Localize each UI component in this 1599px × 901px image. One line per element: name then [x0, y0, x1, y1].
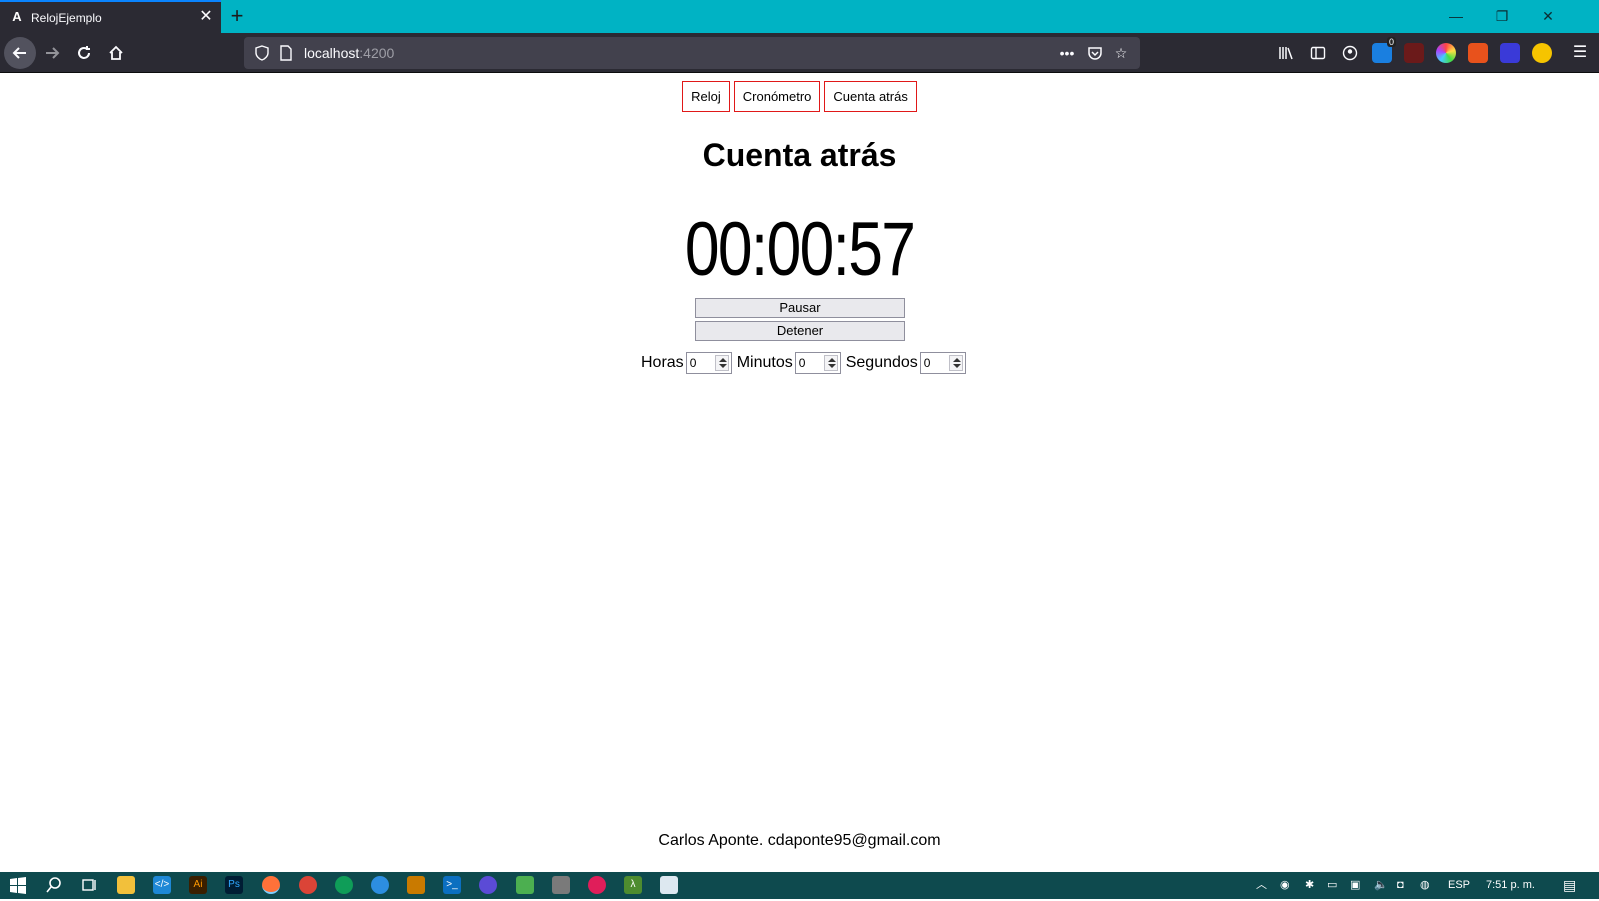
task-view-shape — [82, 879, 96, 891]
search-icon[interactable] — [45, 876, 63, 894]
slack-tray-icon[interactable]: ✱ — [1305, 872, 1314, 899]
seconds-spinner-icon[interactable] — [948, 354, 963, 371]
arrow-right-icon — [46, 47, 60, 59]
extension-bell-icon[interactable]: 0 — [1372, 37, 1396, 63]
restore-window-button[interactable]: ❐ — [1479, 0, 1525, 33]
bookmark-star-icon[interactable]: ☆ — [1110, 43, 1132, 63]
magnifier-shape — [46, 877, 61, 893]
back-button[interactable] — [4, 37, 36, 69]
taskbar-clock[interactable]: 7:51 p. m. — [1486, 872, 1535, 899]
time-inputs: Horas 0 Minutos 0 Segundos 0 — [641, 351, 969, 374]
extension-blue-icon[interactable] — [1500, 43, 1520, 63]
hours-spinner-icon[interactable] — [714, 354, 729, 371]
url-text[interactable]: localhost:4200 — [304, 45, 394, 61]
notifications-icon[interactable]: ▤ — [1563, 872, 1576, 899]
home-button[interactable] — [100, 37, 132, 69]
windows-logo-shape — [10, 877, 26, 894]
home-icon — [109, 45, 123, 60]
windows-taskbar: </> Ai Ps >_ λ ︿ ◉ ✱ ▭ ▣ 🔈 ◘ ◍ ESP 7:51 … — [0, 872, 1599, 899]
start-icon[interactable] — [9, 876, 27, 894]
minutes-spinner-icon[interactable] — [823, 354, 838, 371]
sidebar-shape — [1310, 46, 1326, 60]
minutes-value: 0 — [798, 355, 806, 370]
reloj-link[interactable]: Reloj — [682, 81, 730, 112]
address-bar[interactable]: localhost:4200 ••• ☆ — [244, 37, 1140, 69]
seconds-input[interactable]: 0 — [919, 351, 966, 374]
network-icon[interactable]: ▣ — [1350, 872, 1360, 899]
cronometro-link[interactable]: Cronómetro — [733, 81, 821, 112]
illustrator-icon[interactable]: Ai — [189, 876, 207, 894]
library-shape — [1279, 47, 1293, 60]
cuenta-atras-link[interactable]: Cuenta atrás — [824, 81, 917, 112]
page-info-icon[interactable] — [278, 45, 294, 61]
library-icon[interactable] — [1276, 43, 1296, 63]
app-icon-4[interactable] — [552, 876, 570, 894]
vscode-icon[interactable]: </> — [153, 876, 171, 894]
app-icon-3[interactable] — [516, 876, 534, 894]
footer-credits: Carlos Aponte. cdaponte95@gmail.com — [658, 832, 941, 849]
app-icon-2[interactable] — [479, 876, 497, 894]
sidebar-icon[interactable] — [1308, 43, 1328, 63]
app-icon-1[interactable] — [407, 876, 425, 894]
language-indicator[interactable]: ESP — [1448, 872, 1470, 899]
tab-strip: A RelojEjemplo ✕ + — ❐ ✕ — [0, 0, 1599, 33]
new-tab-button[interactable]: + — [226, 4, 248, 28]
app-tray-icon[interactable]: ◘ — [1397, 872, 1404, 899]
navigation-toolbar: localhost:4200 ••• ☆ 0 ☰ — [0, 33, 1599, 73]
pause-button[interactable]: Pausar — [695, 298, 905, 318]
battery-icon[interactable]: ▭ — [1327, 872, 1337, 899]
edge-icon[interactable] — [371, 876, 389, 894]
countdown-display: 00:00:57 — [684, 207, 916, 292]
notepad-icon[interactable] — [660, 876, 678, 894]
hours-input[interactable]: 0 — [685, 351, 732, 374]
app-tray-icon-2[interactable]: ◍ — [1420, 872, 1430, 899]
seconds-label: Segundos — [845, 353, 918, 371]
photoshop-icon[interactable]: Ps — [225, 876, 243, 894]
account-icon[interactable] — [1340, 43, 1360, 63]
close-window-button[interactable]: ✕ — [1525, 0, 1571, 33]
page-title: Cuenta atrás — [702, 137, 897, 173]
reload-icon — [78, 46, 90, 59]
hours-value: 0 — [689, 355, 697, 370]
stop-button[interactable]: Detener — [695, 321, 905, 341]
hours-label: Horas — [641, 353, 684, 371]
file-explorer-icon[interactable] — [117, 876, 135, 894]
extension-orange-icon[interactable] — [1468, 43, 1488, 63]
minimize-window-button[interactable]: — — [1433, 0, 1479, 33]
angular-favicon-icon: A — [12, 9, 22, 24]
page-actions-icon[interactable]: ••• — [1056, 43, 1078, 63]
minutes-input[interactable]: 0 — [794, 351, 841, 374]
slack-icon[interactable] — [588, 876, 606, 894]
reload-button[interactable] — [68, 37, 100, 69]
seconds-value: 0 — [923, 355, 931, 370]
pocket-shape — [1088, 47, 1102, 60]
chrome-profile-icon[interactable] — [335, 876, 353, 894]
tray-overflow-icon[interactable]: ︿ — [1256, 872, 1267, 899]
chrome-icon[interactable] — [299, 876, 317, 894]
url-port: :4200 — [359, 45, 395, 61]
close-tab-icon[interactable]: ✕ — [196, 7, 216, 27]
volume-icon[interactable]: 🔈 — [1374, 872, 1388, 899]
color-picker-icon[interactable] — [1436, 43, 1456, 63]
menu-icon[interactable]: ☰ — [1570, 43, 1590, 63]
powershell-icon[interactable]: >_ — [443, 876, 461, 894]
view-switcher: Reloj Cronómetro Cuenta atrás — [0, 81, 1599, 112]
app-icon-5[interactable]: λ — [624, 876, 642, 894]
extension-red-icon[interactable] — [1404, 43, 1424, 63]
forward-button[interactable] — [36, 37, 68, 69]
arrow-left-icon — [12, 47, 26, 59]
tab-relojejemplo[interactable]: A RelojEjemplo ✕ — [0, 0, 221, 33]
extension-yellow-icon[interactable] — [1532, 43, 1552, 63]
discord-tray-icon[interactable]: ◉ — [1280, 872, 1290, 899]
firefox-icon[interactable] — [262, 876, 280, 894]
minutes-label: Minutos — [736, 353, 793, 371]
extension-badge: 0 — [1386, 37, 1396, 47]
pocket-icon[interactable] — [1084, 43, 1106, 63]
task-view-icon[interactable] — [80, 876, 98, 894]
tab-title: RelojEjemplo — [31, 11, 102, 25]
url-host: localhost — [304, 45, 360, 61]
shield-icon[interactable] — [254, 45, 270, 61]
account-shape — [1342, 45, 1358, 61]
